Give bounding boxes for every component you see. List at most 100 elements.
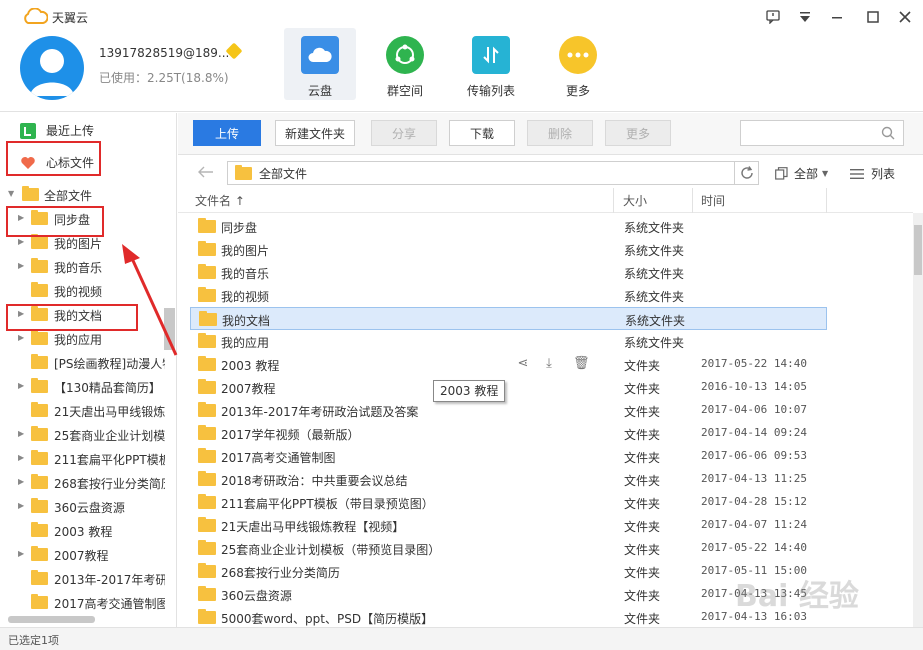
tree-folder-item[interactable]: ▶ 【130精品套简历】 [0, 374, 165, 398]
file-name[interactable]: 我的文档 [222, 312, 270, 329]
scrollbar-thumb[interactable] [914, 225, 922, 275]
sidebar-item-recent-upload[interactable]: 最近上传 [20, 122, 94, 139]
file-list-scrollbar[interactable] [913, 213, 923, 627]
delete-icon[interactable]: 🗑 [573, 356, 590, 372]
search-icon[interactable] [881, 126, 895, 140]
file-name[interactable]: 211套扁平化PPT模板（带目录预览图） [221, 495, 434, 512]
file-name[interactable]: 2017高考交通管制图 [221, 449, 336, 466]
file-row[interactable]: 2017学年视频（最新版） 文件夹 2017-04-14 09:24 [190, 422, 827, 445]
menu-dropdown-icon[interactable] [795, 7, 815, 27]
tree-label: 211套扁平化PPT模板 [54, 453, 165, 467]
tree-folder-item[interactable]: 2013年-2017年考研 [0, 566, 165, 590]
share-button[interactable]: 分享 [371, 120, 437, 146]
file-time: 2017-04-07 11:24 [701, 518, 807, 531]
more-button[interactable]: 更多 [605, 120, 671, 146]
back-arrow-icon[interactable] [198, 166, 214, 178]
file-row[interactable]: 我的图片 系统文件夹 [190, 238, 827, 261]
share-icon[interactable]: ⋖ [515, 356, 531, 372]
minimize-icon[interactable] [827, 7, 847, 27]
file-row[interactable]: 我的视频 系统文件夹 [190, 284, 827, 307]
sidebar-horizontal-scrollbar[interactable] [8, 616, 95, 623]
file-name[interactable]: 5000套word、ppt、PSD【简历模版】 [221, 610, 433, 627]
file-row[interactable]: 我的文档 系统文件夹 [190, 307, 827, 330]
column-time[interactable]: 时间 [701, 192, 725, 209]
tab-group-space[interactable]: 群空间 [369, 28, 441, 100]
file-name[interactable]: 我的音乐 [221, 265, 269, 282]
file-row[interactable]: 2013年-2017年考研政治试题及答案 文件夹 2017-04-06 10:07 [190, 399, 827, 422]
expand-arrow-icon[interactable]: ▶ [18, 238, 26, 246]
tree-folder-item[interactable]: ▶ 25套商业企业计划模 [0, 422, 165, 446]
file-row[interactable]: 2017高考交通管制图 文件夹 2017-06-06 09:53 [190, 445, 827, 468]
file-row[interactable]: 2003 教程 ⋖ ⤓ 🗑 文件夹 2017-05-22 14:40 [190, 353, 827, 376]
refresh-icon[interactable] [734, 162, 758, 184]
file-name[interactable]: 25套商业企业计划模板（带预览目录图） [221, 541, 440, 558]
expand-arrow-icon[interactable]: ▶ [18, 502, 26, 510]
file-row[interactable]: 268套按行业分类简历 文件夹 2017-05-11 15:00 [190, 560, 827, 583]
download-button[interactable]: 下载 [449, 120, 515, 146]
file-name[interactable]: 360云盘资源 [221, 587, 292, 604]
tree-root-all-files[interactable]: ▼ 全部文件 [0, 182, 165, 206]
expand-arrow-icon[interactable]: ▶ [18, 550, 26, 558]
column-divider[interactable] [613, 188, 614, 213]
file-row[interactable]: 360云盘资源 文件夹 2017-04-13 13:45 [190, 583, 827, 606]
column-divider[interactable] [692, 188, 693, 213]
file-name[interactable]: 2017学年视频（最新版） [221, 426, 360, 443]
file-name[interactable]: 同步盘 [221, 219, 257, 236]
tree-folder-item[interactable]: ▶ 360云盘资源 [0, 494, 165, 518]
download-icon[interactable]: ⤓ [541, 356, 557, 372]
tab-cloud-disk[interactable]: 云盘 [284, 28, 356, 100]
file-name[interactable]: 2018考研政治：中共重要会议总结 [221, 472, 408, 489]
expand-arrow-icon[interactable]: ▶ [18, 382, 26, 390]
expand-arrow-icon[interactable]: ▶ [18, 262, 26, 270]
tab-more[interactable]: 更多 [542, 28, 614, 100]
file-row[interactable]: 我的音乐 系统文件夹 [190, 261, 827, 284]
tree-folder-item[interactable]: 2017高考交通管制图 [0, 590, 165, 614]
file-name[interactable]: 21天虐出马甲线锻炼教程【视频】 [221, 518, 404, 535]
tree-label: 2013年-2017年考研 [54, 573, 165, 587]
expand-arrow-icon[interactable]: ▶ [18, 430, 26, 438]
expand-arrow-icon[interactable]: ▶ [18, 478, 26, 486]
expand-arrow-icon[interactable]: ▶ [18, 334, 26, 342]
tab-transfer-list[interactable]: 传输列表 [455, 28, 527, 100]
file-name[interactable]: 我的图片 [221, 242, 269, 259]
delete-button[interactable]: 删除 [527, 120, 593, 146]
maximize-icon[interactable] [863, 7, 883, 27]
column-name[interactable]: 文件名 ↑ [195, 192, 245, 209]
file-name[interactable]: 2007教程 [221, 380, 276, 397]
upload-button[interactable]: 上传 [193, 120, 261, 146]
file-size: 文件夹 [624, 520, 661, 534]
close-icon[interactable] [895, 7, 915, 27]
file-row[interactable]: 2018考研政治：中共重要会议总结 文件夹 2017-04-13 11:25 [190, 468, 827, 491]
avatar[interactable] [20, 36, 84, 100]
file-row[interactable]: 2007教程 文件夹 2016-10-13 14:05 [190, 376, 827, 399]
folder-icon [198, 540, 216, 555]
filter-dropdown[interactable]: 全部 ▼ [775, 165, 828, 182]
file-row[interactable]: 211套扁平化PPT模板（带目录预览图） 文件夹 2017-04-28 15:12 [190, 491, 827, 514]
file-name[interactable]: 2013年-2017年考研政治试题及答案 [221, 403, 418, 420]
tree-folder-item[interactable]: ▶ 2007教程 [0, 542, 165, 566]
file-row[interactable]: 25套商业企业计划模板（带预览目录图） 文件夹 2017-05-22 14:40 [190, 537, 827, 560]
file-row[interactable]: 我的应用 系统文件夹 [190, 330, 827, 353]
column-divider[interactable] [826, 188, 827, 213]
file-row[interactable]: 21天虐出马甲线锻炼教程【视频】 文件夹 2017-04-07 11:24 [190, 514, 827, 537]
view-toggle[interactable]: 列表 [850, 165, 895, 182]
file-name[interactable]: 我的应用 [221, 334, 269, 351]
file-name[interactable]: 我的视频 [221, 288, 269, 305]
file-name[interactable]: 2003 教程 [221, 357, 279, 374]
file-name[interactable]: 268套按行业分类简历 [221, 564, 340, 581]
file-row[interactable]: 5000套word、ppt、PSD【简历模版】 文件夹 2017-04-13 16:… [190, 606, 827, 627]
folder-icon [31, 282, 48, 297]
path-box[interactable]: 全部文件 [227, 161, 759, 185]
tree-folder-item[interactable]: 21天虐出马甲线锻炼 [0, 398, 165, 422]
tree-folder-item[interactable]: 2003 教程 [0, 518, 165, 542]
folder-icon [31, 378, 48, 393]
expand-arrow-icon[interactable]: ▶ [18, 454, 26, 462]
search-input[interactable] [740, 120, 904, 146]
new-folder-button[interactable]: 新建文件夹 [275, 120, 355, 146]
file-row[interactable]: 同步盘 系统文件夹 [190, 215, 827, 238]
tree-folder-item[interactable]: ▶ 211套扁平化PPT模板 [0, 446, 165, 470]
tree-folder-item[interactable]: ▶ 268套按行业分类简历 [0, 470, 165, 494]
feedback-icon[interactable] [763, 7, 783, 27]
expand-arrow-icon[interactable]: ▼ [8, 190, 16, 198]
column-size[interactable]: 大小 [623, 192, 647, 209]
